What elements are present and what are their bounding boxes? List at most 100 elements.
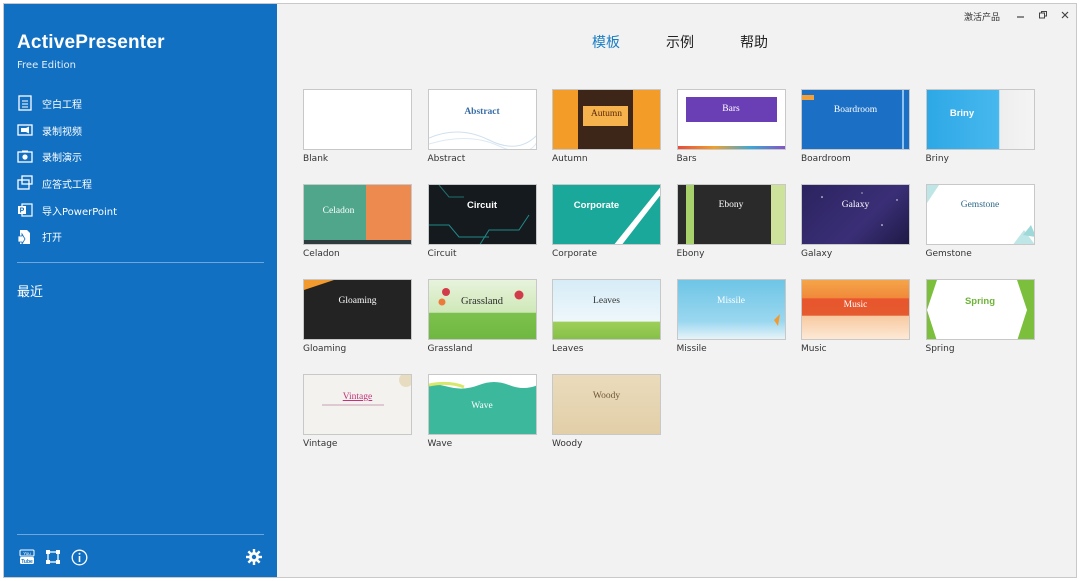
sidebar-divider [17,262,264,263]
template-thumbnail: Leaves [552,279,661,340]
template-tile-missile[interactable]: Missile Missile [676,279,786,361]
svg-text:Tube: Tube [21,559,33,565]
template-thumbnail: Briny [925,89,1035,150]
template-name: Bars [676,154,697,164]
sidebar-menu: 空白工程 录制视频 录制演示 应答式工程 P 导入PowerPoint 打开 [16,90,266,250]
minimize-icon[interactable] [1014,8,1028,22]
template-tile-vintage[interactable]: Vintage Vintage [303,374,412,456]
activate-product-link[interactable]: 激活产品 [964,10,1000,23]
template-tile-grassland[interactable]: Grassland Grassland [427,279,537,361]
template-name: Ebony [676,249,705,259]
thumb-decoration [304,240,411,244]
sidebar-item-blank-project[interactable]: 空白工程 [16,90,266,117]
restore-icon[interactable] [1036,8,1050,22]
thumb-decoration [902,90,904,149]
main-tabs: 模板 示例 帮助 [592,32,814,52]
tab-templates[interactable]: 模板 [592,32,620,52]
thumb-title: Circuit [466,200,498,211]
sidebar-item-responsive-project[interactable]: 应答式工程 [16,170,266,197]
thumb-title: Autumn [590,109,623,119]
info-icon[interactable] [70,548,88,566]
template-name: Boardroom [801,154,851,164]
thumb-title: Galaxy [841,200,870,210]
thumb-decoration [677,146,785,149]
sidebar-item-label: 空白工程 [42,99,82,111]
template-tile-galaxy[interactable]: Galaxy Galaxy [801,184,910,266]
template-tile-blank[interactable]: Blank [303,89,412,171]
template-thumbnail: Wave [427,374,537,435]
template-tile-ebony[interactable]: Ebony Ebony [676,184,786,266]
thumb-title: Ebony [718,200,744,210]
close-icon[interactable] [1058,8,1072,22]
template-thumbnail: Ebony [676,184,786,245]
template-thumbnail: Spring [925,279,1035,340]
template-name: Autumn [552,154,588,164]
template-tile-circuit[interactable]: Circuit Circuit [427,184,537,266]
record-video-icon [16,121,34,139]
thumb-title: Woody [592,391,621,401]
thumb-decoration [802,95,814,100]
template-name: Gemstone [925,249,972,259]
sidebar-item-label: 录制演示 [42,153,82,165]
template-tile-abstract[interactable]: Abstract Abstract [427,89,537,171]
template-tile-woody[interactable]: Woody Woody [552,374,661,456]
template-tile-spring[interactable]: Spring Spring [925,279,1035,361]
gear-icon[interactable] [245,548,263,566]
thumb-title: Leaves [593,296,620,306]
template-thumbnail: Bars [676,89,786,150]
powerpoint-icon: P [16,201,34,219]
thumb-title: Vintage [342,392,373,402]
thumb-title: Wave [471,401,493,411]
template-name: Leaves [552,344,584,354]
thumb-title: Gemstone [960,200,1000,210]
template-tile-gemstone[interactable]: Gemstone Gemstone [925,184,1035,266]
template-name: Spring [925,344,955,354]
svg-text:P: P [20,208,25,215]
thumb-title: Boardroom [833,105,878,115]
thumb-title: Briny [949,108,975,119]
tab-help[interactable]: 帮助 [740,32,768,52]
template-name: Grassland [427,344,473,354]
sidebar-divider [17,534,264,535]
recent-heading: 最近 [17,285,44,300]
template-name: Music [801,344,827,354]
template-tile-boardroom[interactable]: Boardroom Boardroom [801,89,910,171]
template-tile-wave[interactable]: Wave Wave [427,374,537,456]
template-thumbnail: Circuit [427,184,537,245]
thumb-title: Spring [964,296,996,307]
template-thumbnail: Music [801,279,910,340]
sidebar-item-record-demo[interactable]: 录制演示 [16,143,266,170]
sidebar-item-record-video[interactable]: 录制视频 [16,117,266,144]
template-tile-briny[interactable]: Briny Briny [925,89,1035,171]
sidebar-item-open[interactable]: 打开 [16,223,266,250]
template-name: Circuit [427,249,457,259]
responsive-project-icon [16,174,34,192]
template-thumbnail: Corporate [552,184,661,245]
screen-capture-icon[interactable] [44,548,62,566]
template-tile-leaves[interactable]: Leaves Leaves [552,279,661,361]
template-tile-autumn[interactable]: Autumn Autumn [552,89,661,171]
template-tile-corporate[interactable]: Corporate Corporate [552,184,661,266]
template-thumbnail: Galaxy [801,184,910,245]
template-tile-music[interactable]: Music Music [801,279,910,361]
template-name: Vintage [303,439,338,449]
thumb-title: Gloaming [338,296,377,306]
sidebar-item-label: 应答式工程 [42,179,92,191]
template-tile-bars[interactable]: Bars Bars [676,89,786,171]
sidebar-item-import-powerpoint[interactable]: P 导入PowerPoint [16,197,266,224]
thumb-title: Abstract [464,107,500,117]
template-name: Corporate [552,249,597,259]
app-title: ActivePresenter [17,32,165,53]
template-thumbnail: Autumn [552,89,661,150]
edition-label: Free Edition [17,60,76,71]
tab-examples[interactable]: 示例 [666,32,694,52]
template-tile-celadon[interactable]: Celadon Celadon [303,184,412,266]
template-thumbnail: Celadon [303,184,412,245]
youtube-icon[interactable]: You Tube [18,548,36,566]
template-tile-gloaming[interactable]: Gloaming Gloaming [303,279,412,361]
template-name: Abstract [427,154,466,164]
thumb-title: Music [843,300,868,310]
record-demo-icon [16,148,34,166]
template-thumbnail [303,89,412,150]
thumb-title: Bars [722,104,740,114]
